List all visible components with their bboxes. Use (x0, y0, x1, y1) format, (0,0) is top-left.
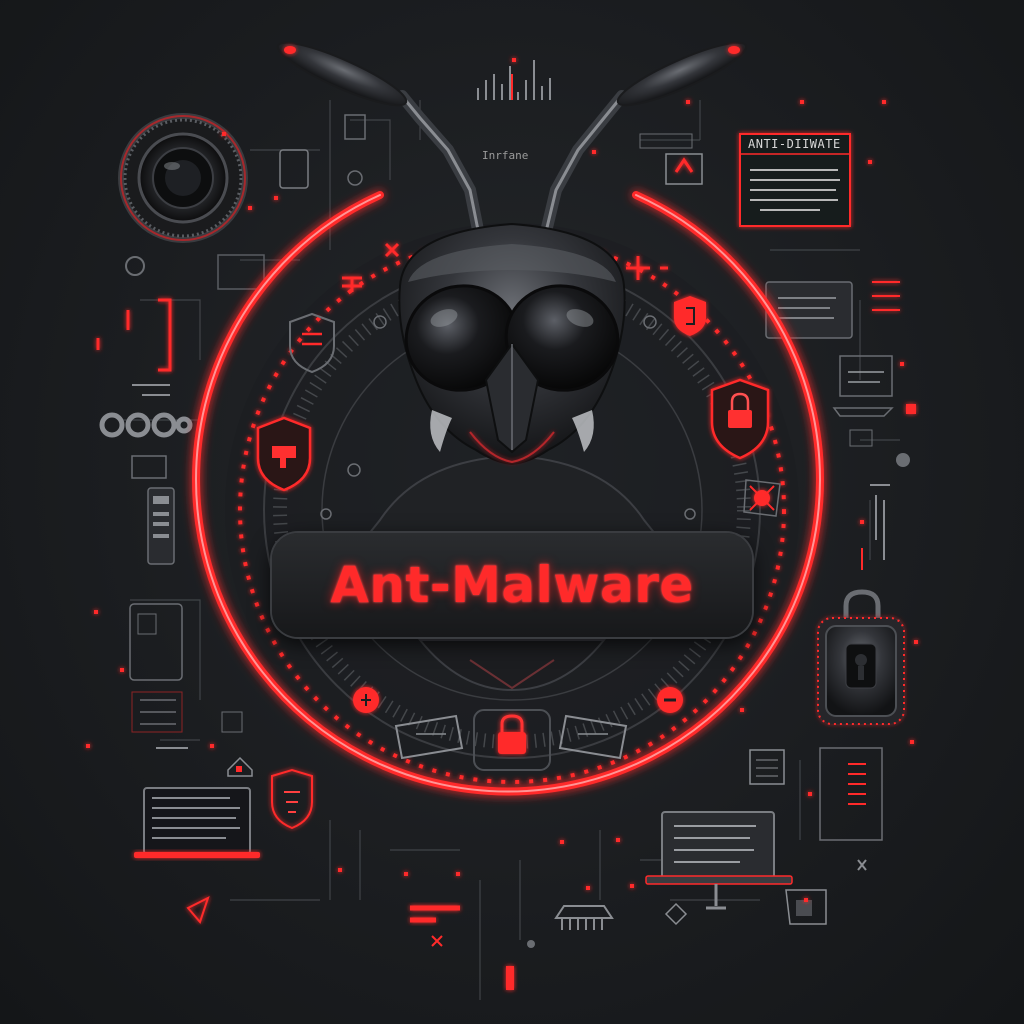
tag-label: Inrfane (482, 149, 529, 162)
shield-icon (256, 416, 312, 492)
shield-icon (271, 768, 313, 830)
laptop-icon (645, 811, 793, 910)
camera-lens-icon (118, 113, 248, 243)
warning-triangle-icon (186, 896, 210, 924)
page-title: Ant-Malware (330, 556, 694, 614)
padlock-device (817, 589, 905, 725)
panel-title: ANTI-DIIWATE (748, 137, 841, 151)
bar-graph-graphic (477, 60, 551, 100)
bottom-center-widgets (410, 902, 688, 990)
laptop-icon (134, 787, 260, 858)
padlock-shield-icon (710, 378, 770, 460)
title-plate: Ant-Malware (272, 533, 752, 637)
